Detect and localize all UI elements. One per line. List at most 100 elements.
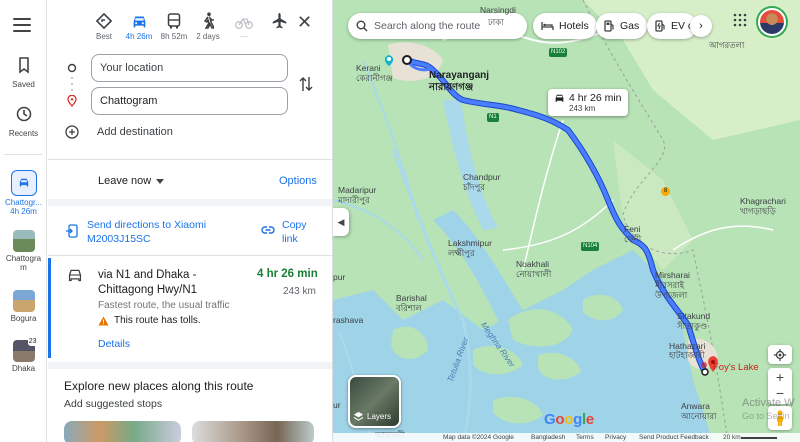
- zoom-in-button[interactable]: +: [776, 369, 784, 386]
- place-thumb: [12, 230, 35, 252]
- swap-icon[interactable]: [299, 75, 313, 93]
- mode-walking[interactable]: 2 days: [190, 12, 226, 41]
- layers-button[interactable]: Layers: [348, 375, 401, 428]
- origin-circle-icon: [67, 63, 77, 73]
- map-label: ur: [333, 400, 341, 410]
- hotel-bed-icon: [541, 22, 554, 30]
- map-label: উপজেলা: [655, 290, 688, 300]
- rail-trip-dhaka[interactable]: 23 Dhaka: [0, 337, 47, 373]
- place-thumb: [12, 290, 35, 312]
- apps-grid-icon[interactable]: [733, 13, 747, 27]
- rail-trip-label: Dhaka: [11, 364, 36, 373]
- map-label: ফেনী: [624, 234, 642, 244]
- footer-privacy-link[interactable]: Privacy: [605, 434, 626, 441]
- footer-feedback-link[interactable]: Send Product Feedback: [639, 434, 709, 441]
- windows-activation-watermark-sub: Go to Settin: [742, 411, 790, 421]
- car-thumb: [10, 170, 37, 196]
- rail-divider: [4, 154, 42, 155]
- airplane-icon: [272, 12, 286, 29]
- map-view[interactable]: ◀ Hotels Gas EV c › Narsingdi ঢাকা আগরতল…: [333, 0, 800, 442]
- layers-label: Layers: [367, 412, 392, 421]
- map-footer: Map data ©2024 Google Bangladesh Terms P…: [333, 433, 800, 442]
- route-option[interactable]: via N1 and Dhaka - Chittagong Hwy/N1 4 h…: [48, 258, 332, 358]
- rail-trip-chattogram[interactable]: Chattogra m: [0, 230, 47, 272]
- rail-trip-chattogram-active[interactable]: Chattogr... 4h 26m: [0, 170, 47, 216]
- caret-down-icon: [156, 178, 165, 184]
- mode-driving[interactable]: 4h 26m: [121, 8, 157, 41]
- rail-trip-label: Bogura: [10, 314, 37, 323]
- rail-recents[interactable]: Recents: [0, 104, 47, 138]
- car-icon: [19, 178, 28, 187]
- send-to-phone-icon: [66, 224, 78, 238]
- suggested-stop-photo[interactable]: [64, 421, 181, 442]
- map-poi-label[interactable]: Foy's Lake: [713, 363, 759, 373]
- send-line2: M2003J15SC: [87, 233, 151, 245]
- rail-trip-sub: m: [20, 263, 27, 272]
- map-label: ঢাকা: [488, 17, 504, 27]
- mode-cycling[interactable]: —: [226, 12, 262, 41]
- map-label: Narayanganj: [429, 70, 490, 81]
- close-directions-button[interactable]: ✕: [297, 13, 312, 31]
- route-details-button[interactable]: Details: [98, 338, 130, 350]
- route-callout-time: 4 hr 26 min: [569, 92, 622, 104]
- map-label: Feni: [624, 224, 641, 234]
- car-icon: [68, 269, 82, 282]
- google-logo: Google: [544, 411, 594, 428]
- leave-now-dropdown[interactable]: Leave now: [98, 175, 165, 187]
- map-label: Noakhali: [516, 259, 550, 269]
- rail-saved[interactable]: Saved: [0, 55, 47, 89]
- map-label: নারায়ণগঞ্জ: [429, 82, 474, 93]
- account-avatar[interactable]: [758, 8, 786, 36]
- map-label: খাগড়াছড়ি: [740, 206, 776, 216]
- add-destination-label: Add destination: [97, 126, 173, 138]
- chip-hotels[interactable]: Hotels: [533, 13, 597, 39]
- map-label: Sitakund: [677, 311, 711, 321]
- map-label: Lakshmipur: [448, 238, 492, 248]
- menu-icon[interactable]: [13, 18, 31, 32]
- copy-line1: Copy: [282, 219, 307, 231]
- chips-next-button[interactable]: ›: [690, 15, 712, 37]
- gas-station-icon: [604, 20, 614, 32]
- rail-trip-bogura[interactable]: Bogura: [0, 290, 47, 323]
- road-shield: N104: [581, 242, 600, 251]
- route-tolls-text: This route has tolls.: [114, 315, 201, 326]
- map-label: হাটহাজারী: [669, 350, 705, 360]
- rail-saved-label: Saved: [12, 80, 35, 89]
- route-distance: 243 km: [283, 286, 316, 297]
- section-divider: [48, 199, 332, 206]
- route-info-callout[interactable]: 4 hr 26 min 243 km: [548, 89, 628, 116]
- add-destination-button[interactable]: Add destination: [65, 125, 173, 139]
- map-label: pur: [333, 272, 346, 282]
- chip-label: Gas: [620, 20, 640, 32]
- map-label: Madaripur: [338, 185, 377, 195]
- place-thumb: 23: [12, 337, 38, 362]
- origin-input[interactable]: [91, 54, 288, 82]
- rail-trip-label: Chattogr...: [5, 198, 42, 207]
- map-scale[interactable]: 20 km: [723, 434, 741, 441]
- route-traffic-note: Fastest route, the usual traffic: [98, 300, 230, 311]
- mode-label: Best: [95, 32, 112, 41]
- bicycle-icon: [235, 18, 253, 29]
- mode-transit[interactable]: 8h 52m: [156, 12, 192, 41]
- diamond-route-icon: [96, 13, 112, 29]
- collapse-panel-button[interactable]: ◀: [333, 208, 349, 236]
- chip-gas[interactable]: Gas: [596, 13, 648, 39]
- my-location-button[interactable]: [768, 345, 792, 364]
- map-label: Khagrachari: [740, 196, 786, 206]
- windows-activation-watermark: Activate W: [742, 397, 795, 409]
- mode-label: 4h 26m: [125, 32, 153, 41]
- footer-terms-link[interactable]: Terms: [576, 434, 594, 441]
- suggested-stop-photo[interactable]: [192, 421, 314, 442]
- mode-flights[interactable]: [261, 12, 297, 29]
- mode-best[interactable]: Best: [86, 12, 122, 41]
- map-label: Barishal: [396, 293, 427, 303]
- destination-input[interactable]: [91, 87, 288, 115]
- send-directions-link[interactable]: Send directions to Xiaomi M2003J15SC: [87, 218, 222, 246]
- options-button[interactable]: Options: [279, 175, 317, 187]
- travel-modes: Best 4h 26m 8h 52m 2 days — ✕: [48, 0, 332, 44]
- map-label: Mirsharai: [655, 270, 690, 280]
- bookmark-icon: [18, 57, 29, 74]
- footer-country[interactable]: Bangladesh: [531, 434, 565, 441]
- map-label: Chandpur: [463, 172, 501, 182]
- road-shield: N1: [487, 113, 499, 122]
